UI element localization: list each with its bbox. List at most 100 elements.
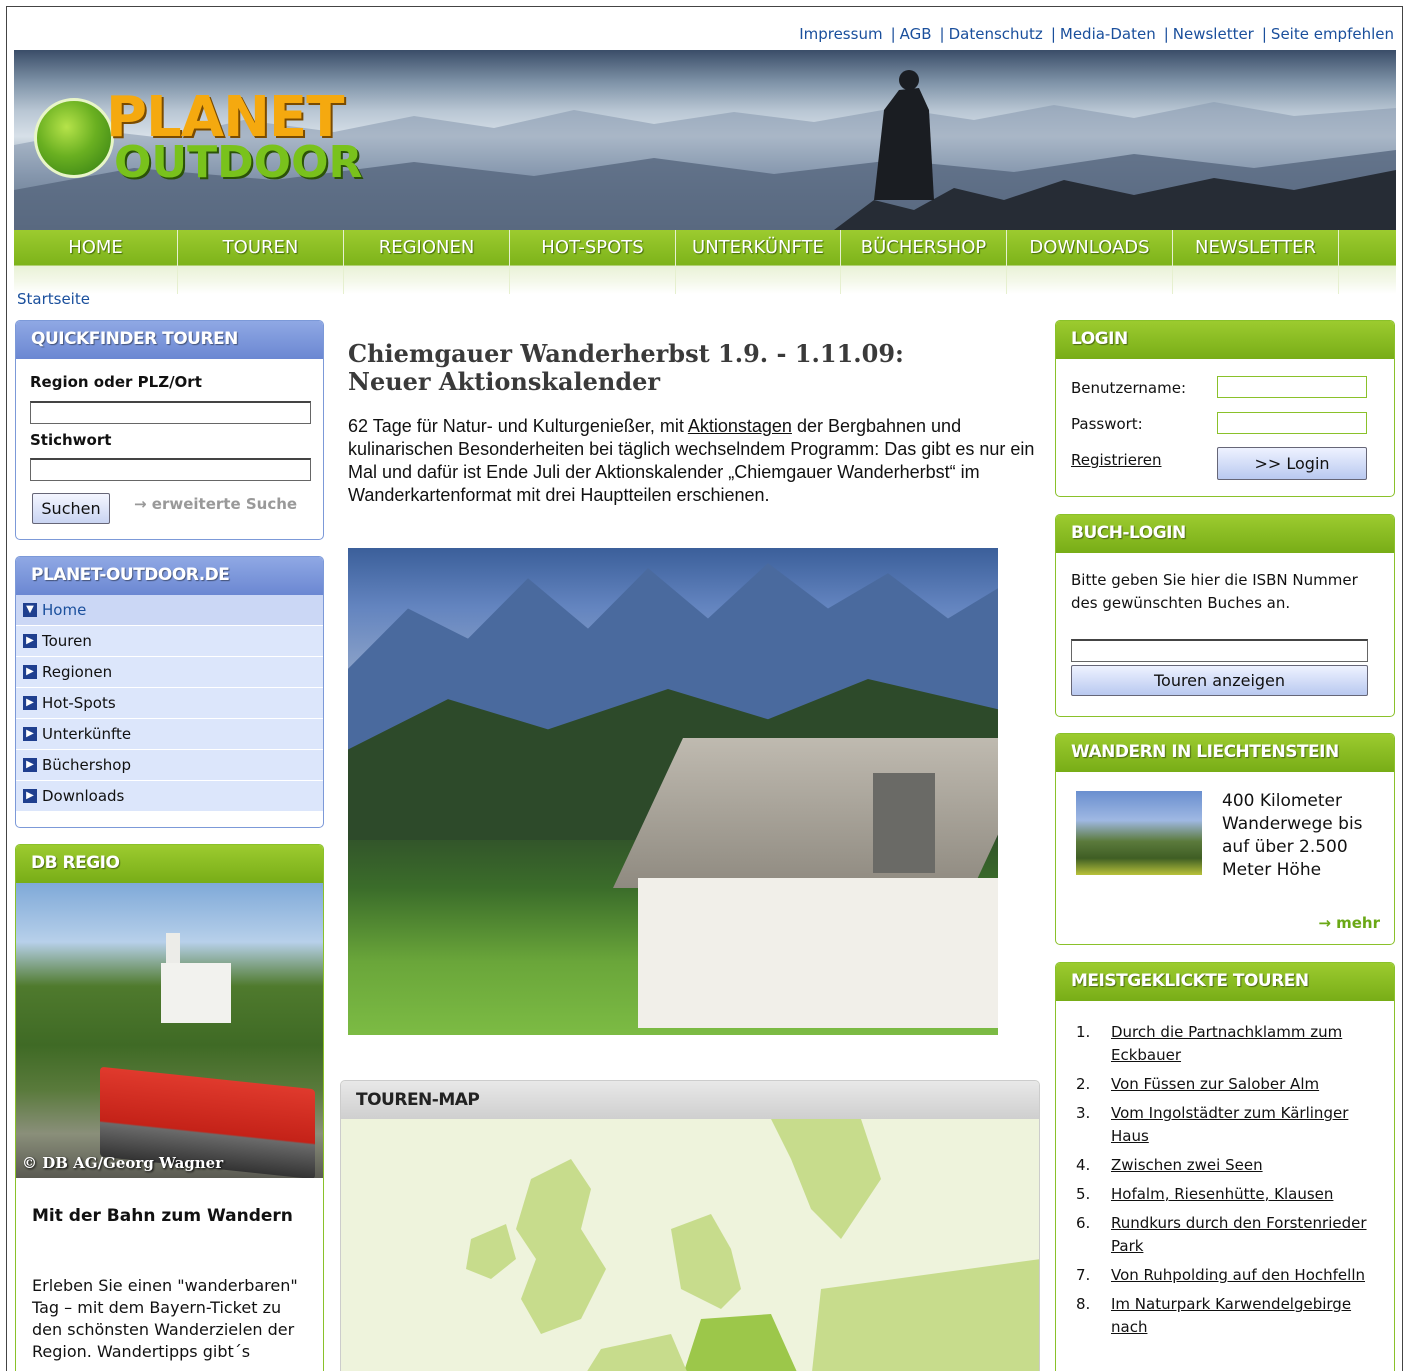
agb-link[interactable]: AGB — [900, 25, 932, 43]
globe-icon — [34, 98, 114, 178]
tour-link[interactable]: Vom Ingolstädter zum Kärlinger Haus — [1111, 1104, 1348, 1145]
article-photo[interactable] — [348, 548, 998, 1035]
db-regio-text: Erleben Sie einen "wanderbaren" Tag – mi… — [32, 1276, 298, 1361]
password-label: Passwort: — [1071, 415, 1143, 433]
region-input[interactable] — [30, 401, 311, 424]
db-regio-headline[interactable]: Mit der Bahn zum Wandern — [32, 1205, 312, 1227]
tour-link[interactable]: Durch die Partnachklamm zum Eckbauer — [1111, 1023, 1342, 1064]
newsletter-link[interactable]: Newsletter — [1173, 25, 1254, 43]
hut-wall-shape — [638, 878, 998, 1028]
datenschutz-link[interactable]: Datenschutz — [949, 25, 1043, 43]
menu-item-buechershop[interactable]: ▶ Büchershop — [16, 750, 323, 781]
touren-anzeigen-button[interactable]: Touren anzeigen — [1071, 665, 1368, 696]
list-item: 1. Durch die Partnachklamm zum Eckbauer — [1071, 1021, 1381, 1067]
tour-link[interactable]: Rundkurs durch den Forstenrieder Park — [1111, 1214, 1367, 1255]
list-number: 7. — [1076, 1266, 1091, 1284]
menu-item-label: Home — [42, 601, 87, 619]
login-button[interactable]: >> Login — [1217, 447, 1367, 480]
menu-item-label: Regionen — [42, 663, 113, 681]
separator: | — [1163, 25, 1169, 43]
menu-item-home[interactable]: ▼ Home — [16, 595, 323, 626]
separator: | — [1261, 25, 1267, 43]
arrow-right-icon: ▶ — [23, 789, 37, 803]
menu-item-regionen[interactable]: ▶ Regionen — [16, 657, 323, 688]
article-headline[interactable]: Chiemgauer Wanderherbst 1.9. - 1.11.09: … — [348, 340, 988, 396]
liechtenstein-title: WANDERN IN LIECHTENSTEIN — [1056, 734, 1394, 772]
arrow-right-icon: → — [1318, 914, 1337, 932]
extended-search-link[interactable]: → erweiterte Suche — [134, 495, 297, 513]
menu-item-label: Büchershop — [42, 756, 131, 774]
buch-login-text: Bitte geben Sie hier die ISBN Nummer des… — [1071, 571, 1358, 612]
liechtenstein-thumbnail[interactable] — [1076, 791, 1202, 875]
list-number: 6. — [1076, 1214, 1091, 1232]
breadcrumb[interactable]: Startseite — [17, 290, 90, 308]
tour-link[interactable]: Von Ruhpolding auf den Hochfelln — [1111, 1266, 1365, 1284]
arrow-right-icon: → — [134, 495, 152, 513]
list-item: 6. Rundkurs durch den Forstenrieder Park — [1071, 1212, 1381, 1258]
extended-search-label: erweiterte Suche — [151, 495, 298, 513]
quickfinder-box: QUICKFINDER TOUREN Region oder PLZ/Ort S… — [15, 320, 324, 540]
list-number: 3. — [1076, 1104, 1091, 1122]
train-photo[interactable]: © DB AG/Georg Wagner — [16, 883, 323, 1178]
menu-item-label: Touren — [42, 632, 92, 650]
db-regio-box: DB REGIO © DB AG/Georg Wagner Mit der Ba… — [15, 844, 324, 1371]
nav-touren[interactable]: TOUREN — [178, 230, 344, 294]
arrow-down-icon: ▼ — [23, 603, 37, 617]
menu-item-hot-spots[interactable]: ▶ Hot-Spots — [16, 688, 323, 719]
site-menu-box: PLANET-OUTDOOR.DE ▼ Home ▶ Touren ▶ Regione… — [15, 556, 324, 828]
nav-regionen[interactable]: REGIONEN — [344, 230, 510, 294]
tour-link[interactable]: Hofalm, Riesenhütte, Klausen — [1111, 1185, 1333, 1203]
aktionstagen-link[interactable]: Aktionstagen — [688, 416, 792, 436]
article-lead: 62 Tage für Natur- und Kulturgenießer, m… — [348, 415, 1038, 507]
arrow-right-icon: ▶ — [23, 758, 37, 772]
separator: | — [1050, 25, 1056, 43]
password-input[interactable] — [1217, 412, 1367, 434]
church-shape — [161, 963, 231, 1023]
main-nav: HOME TOUREN REGIONEN HOT-SPOTS UNTERKÜNF… — [14, 230, 1396, 294]
liechtenstein-text: 400 Kilometer Wanderwege bis auf über 2.… — [1222, 791, 1363, 880]
top-links: Impressum | AGB | Datenschutz | Media-Daten | Ne… — [799, 25, 1394, 43]
buch-login-title: BUCH-LOGIN — [1056, 515, 1394, 553]
header-banner: PLANET OUTDOOR — [14, 50, 1396, 230]
logo-text-outdoor: OUTDOOR — [114, 137, 363, 188]
arrow-right-icon: ▶ — [23, 634, 37, 648]
tour-link[interactable]: Zwischen zwei Seen — [1111, 1156, 1263, 1174]
menu-item-touren[interactable]: ▶ Touren — [16, 626, 323, 657]
arrow-right-icon: ▶ — [23, 696, 37, 710]
username-input[interactable] — [1217, 376, 1367, 398]
menu-item-label: Hot-Spots — [42, 694, 116, 712]
search-button[interactable]: Suchen — [32, 493, 110, 524]
buch-login-box: BUCH-LOGIN Bitte geben Sie hier die ISBN… — [1055, 514, 1395, 717]
keyword-input[interactable] — [30, 458, 311, 481]
nav-newsletter[interactable]: NEWSLETTER — [1173, 230, 1339, 294]
top-tours-list: 1. Durch die Partnachklamm zum Eckbauer 2… — [1071, 1021, 1381, 1345]
menu-item-unterkuenfte[interactable]: ▶ Unterkünfte — [16, 719, 323, 750]
lead-text: 62 Tage für Natur- und Kulturgenießer, m… — [348, 416, 688, 436]
impressum-link[interactable]: Impressum — [799, 25, 882, 43]
register-link[interactable]: Registrieren — [1071, 451, 1162, 469]
login-title: LOGIN — [1056, 321, 1394, 359]
nav-downloads[interactable]: DOWNLOADS — [1007, 230, 1173, 294]
nav-unterkuenfte[interactable]: UNTERKÜNFTE — [676, 230, 841, 294]
list-number: 8. — [1076, 1295, 1091, 1313]
seite-empfehlen-link[interactable]: Seite empfehlen — [1271, 25, 1394, 43]
list-item: 8. Im Naturpark Karwendelgebirge nach — [1071, 1293, 1381, 1339]
more-label: mehr — [1336, 914, 1380, 932]
separator: | — [890, 25, 896, 43]
tour-link[interactable]: Von Füssen zur Salober Alm — [1111, 1075, 1319, 1093]
more-link[interactable]: → mehr — [1318, 914, 1380, 932]
media-daten-link[interactable]: Media-Daten — [1060, 25, 1156, 43]
arrow-right-icon: ▶ — [23, 727, 37, 741]
europe-map[interactable] — [341, 1119, 1040, 1371]
list-number: 2. — [1076, 1075, 1091, 1093]
nav-home[interactable]: HOME — [14, 230, 178, 294]
nav-hot-spots[interactable]: HOT-SPOTS — [510, 230, 676, 294]
menu-item-label: Unterkünfte — [42, 725, 132, 743]
list-number: 4. — [1076, 1156, 1091, 1174]
menu-item-downloads[interactable]: ▶ Downloads — [16, 781, 323, 812]
list-number: 1. — [1076, 1023, 1091, 1041]
tour-link[interactable]: Im Naturpark Karwendelgebirge nach — [1111, 1295, 1351, 1336]
isbn-input[interactable] — [1071, 639, 1368, 662]
region-label: Region oder PLZ/Ort — [30, 373, 202, 391]
nav-buechershop[interactable]: BÜCHERSHOP — [841, 230, 1007, 294]
